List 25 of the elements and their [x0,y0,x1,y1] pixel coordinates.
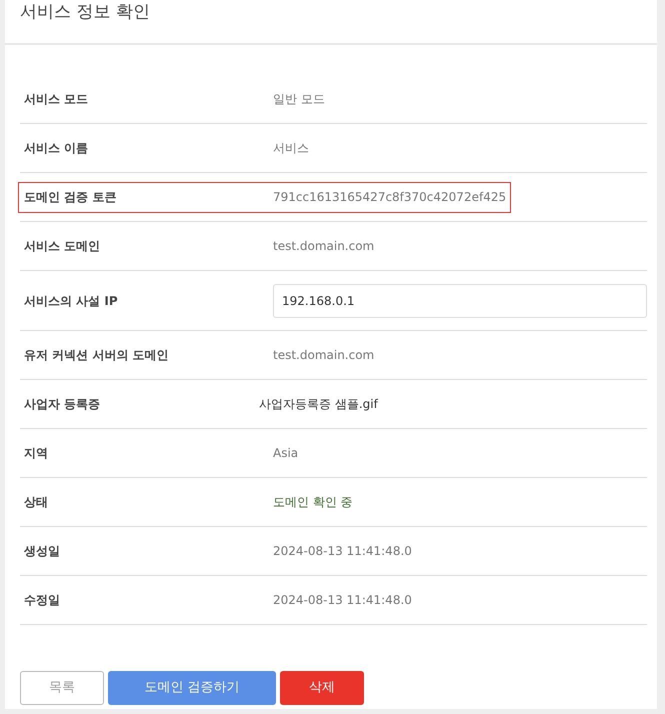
field-value: 2024-08-13 11:41:48.0 [273,543,412,560]
page-title: 서비스 정보 확인 [5,0,657,45]
field-label: 유저 커넥션 서버의 도메인 [23,347,170,364]
field-label: 지역 [23,445,49,462]
status-value: 도메인 확인 중 [273,494,353,511]
field-value: 791cc1613165427c8f370c42072ef425 [273,189,506,206]
file-name: 사업자등록증 샘플.gif [259,396,378,413]
field-label: 상태 [23,494,49,511]
field-value: 일반 모드 [273,91,325,108]
field-value: 2024-08-13 11:41:48.0 [273,592,412,609]
field-label: 도메인 검증 토큰 [23,189,118,206]
field-label: 서비스의 사설 IP [23,292,119,310]
field-value: test.domain.com [273,347,374,364]
field-value: test.domain.com [273,238,374,255]
ip-input-field[interactable]: 192.168.0.1 [273,284,647,318]
field-label: 수정일 [23,592,61,609]
field-label: 생성일 [23,543,61,560]
field-value: Asia [273,445,298,462]
verify-domain-button[interactable]: 도메인 검증하기 [108,671,276,705]
delete-button[interactable]: 삭제 [280,671,364,705]
list-button[interactable]: 목록 [20,671,104,705]
field-label: 서비스 도메인 [23,238,102,255]
field-label: 서비스 이름 [23,140,90,157]
field-label: 서비스 모드 [23,91,90,108]
field-value: 서비스 [273,140,309,157]
